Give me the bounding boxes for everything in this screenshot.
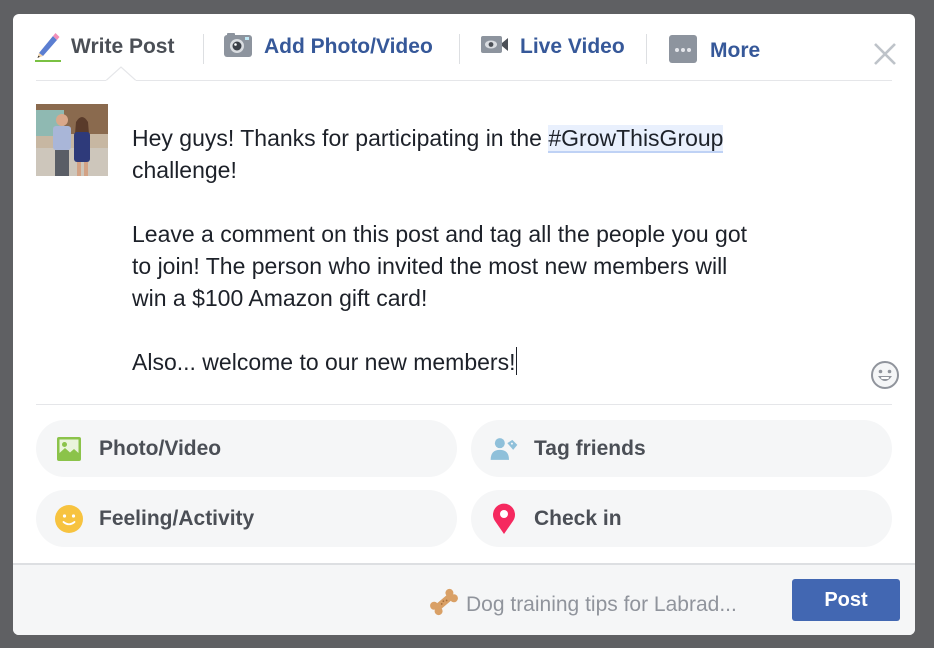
post-line: challenge! [132,157,237,183]
tab-more[interactable]: More [669,34,761,68]
feeling-activity-label: Feeling/Activity [99,506,255,530]
post-line: Hey guys! Thanks for participating in th… [132,122,852,154]
post-line: win a $100 Amazon gift card! [132,285,428,311]
close-icon[interactable] [871,40,899,68]
group-name: Dog training tips for Labrad... [466,592,737,616]
more-dots-icon [669,34,697,68]
post-line: Leave a comment on this post and tag all… [132,221,748,247]
pencil-icon [35,31,61,64]
camera-icon [223,32,253,63]
photo-video-label: Photo/Video [99,436,222,460]
active-tab-indicator [35,60,61,62]
hashtag[interactable]: #GrowThisGroup [548,125,724,153]
check-in-label: Check in [534,506,622,530]
composer-tabs: Write Post Add Photo/Video Live Video Mo… [13,14,915,82]
location-pin-icon [489,503,519,534]
smiley-icon [54,504,84,534]
tag-friends-button[interactable]: Tag friends [471,420,892,477]
post-text-segment: Also... welcome to our new members! [132,349,516,375]
tab-separator [646,34,647,64]
composer-divider [36,404,892,405]
dog-bone-icon [428,588,460,621]
tab-write-post[interactable]: Write Post [35,32,174,62]
tab-separator [459,34,460,64]
post-line: to join! The person who invited the most… [132,253,728,279]
post-textarea[interactable]: Hey guys! Thanks for participating in th… [132,122,852,378]
feeling-activity-button[interactable]: Feeling/Activity [36,490,457,547]
post-button[interactable]: Post [792,579,900,621]
tab-more-label: More [710,39,761,62]
video-camera-icon [480,34,510,61]
tab-live-video-label: Live Video [520,35,625,58]
tab-add-photo-video[interactable]: Add Photo/Video [223,32,433,62]
tab-write-post-label: Write Post [71,35,175,58]
tab-add-photo-video-label: Add Photo/Video [264,35,433,58]
user-avatar[interactable] [36,104,108,176]
create-post-dialog: Write Post Add Photo/Video Live Video Mo… [13,14,915,635]
tab-live-video[interactable]: Live Video [480,32,625,62]
photo-icon [54,434,84,464]
tab-separator [203,34,204,64]
text-cursor [516,347,518,375]
emoji-picker-icon[interactable] [870,360,900,390]
post-line: Also... welcome to our new members! [132,346,852,378]
composer-footer: Dog training tips for Labrad... Post [13,563,915,635]
post-text-segment: Hey guys! Thanks for participating in th… [132,125,549,151]
check-in-button[interactable]: Check in [471,490,892,547]
active-tab-caret-icon [106,66,136,82]
photo-video-button[interactable]: Photo/Video [36,420,457,477]
group-selector[interactable]: Dog training tips for Labrad... [428,588,737,621]
tag-friends-label: Tag friends [534,436,646,460]
tag-friends-icon [489,434,519,464]
header-divider [36,80,892,81]
